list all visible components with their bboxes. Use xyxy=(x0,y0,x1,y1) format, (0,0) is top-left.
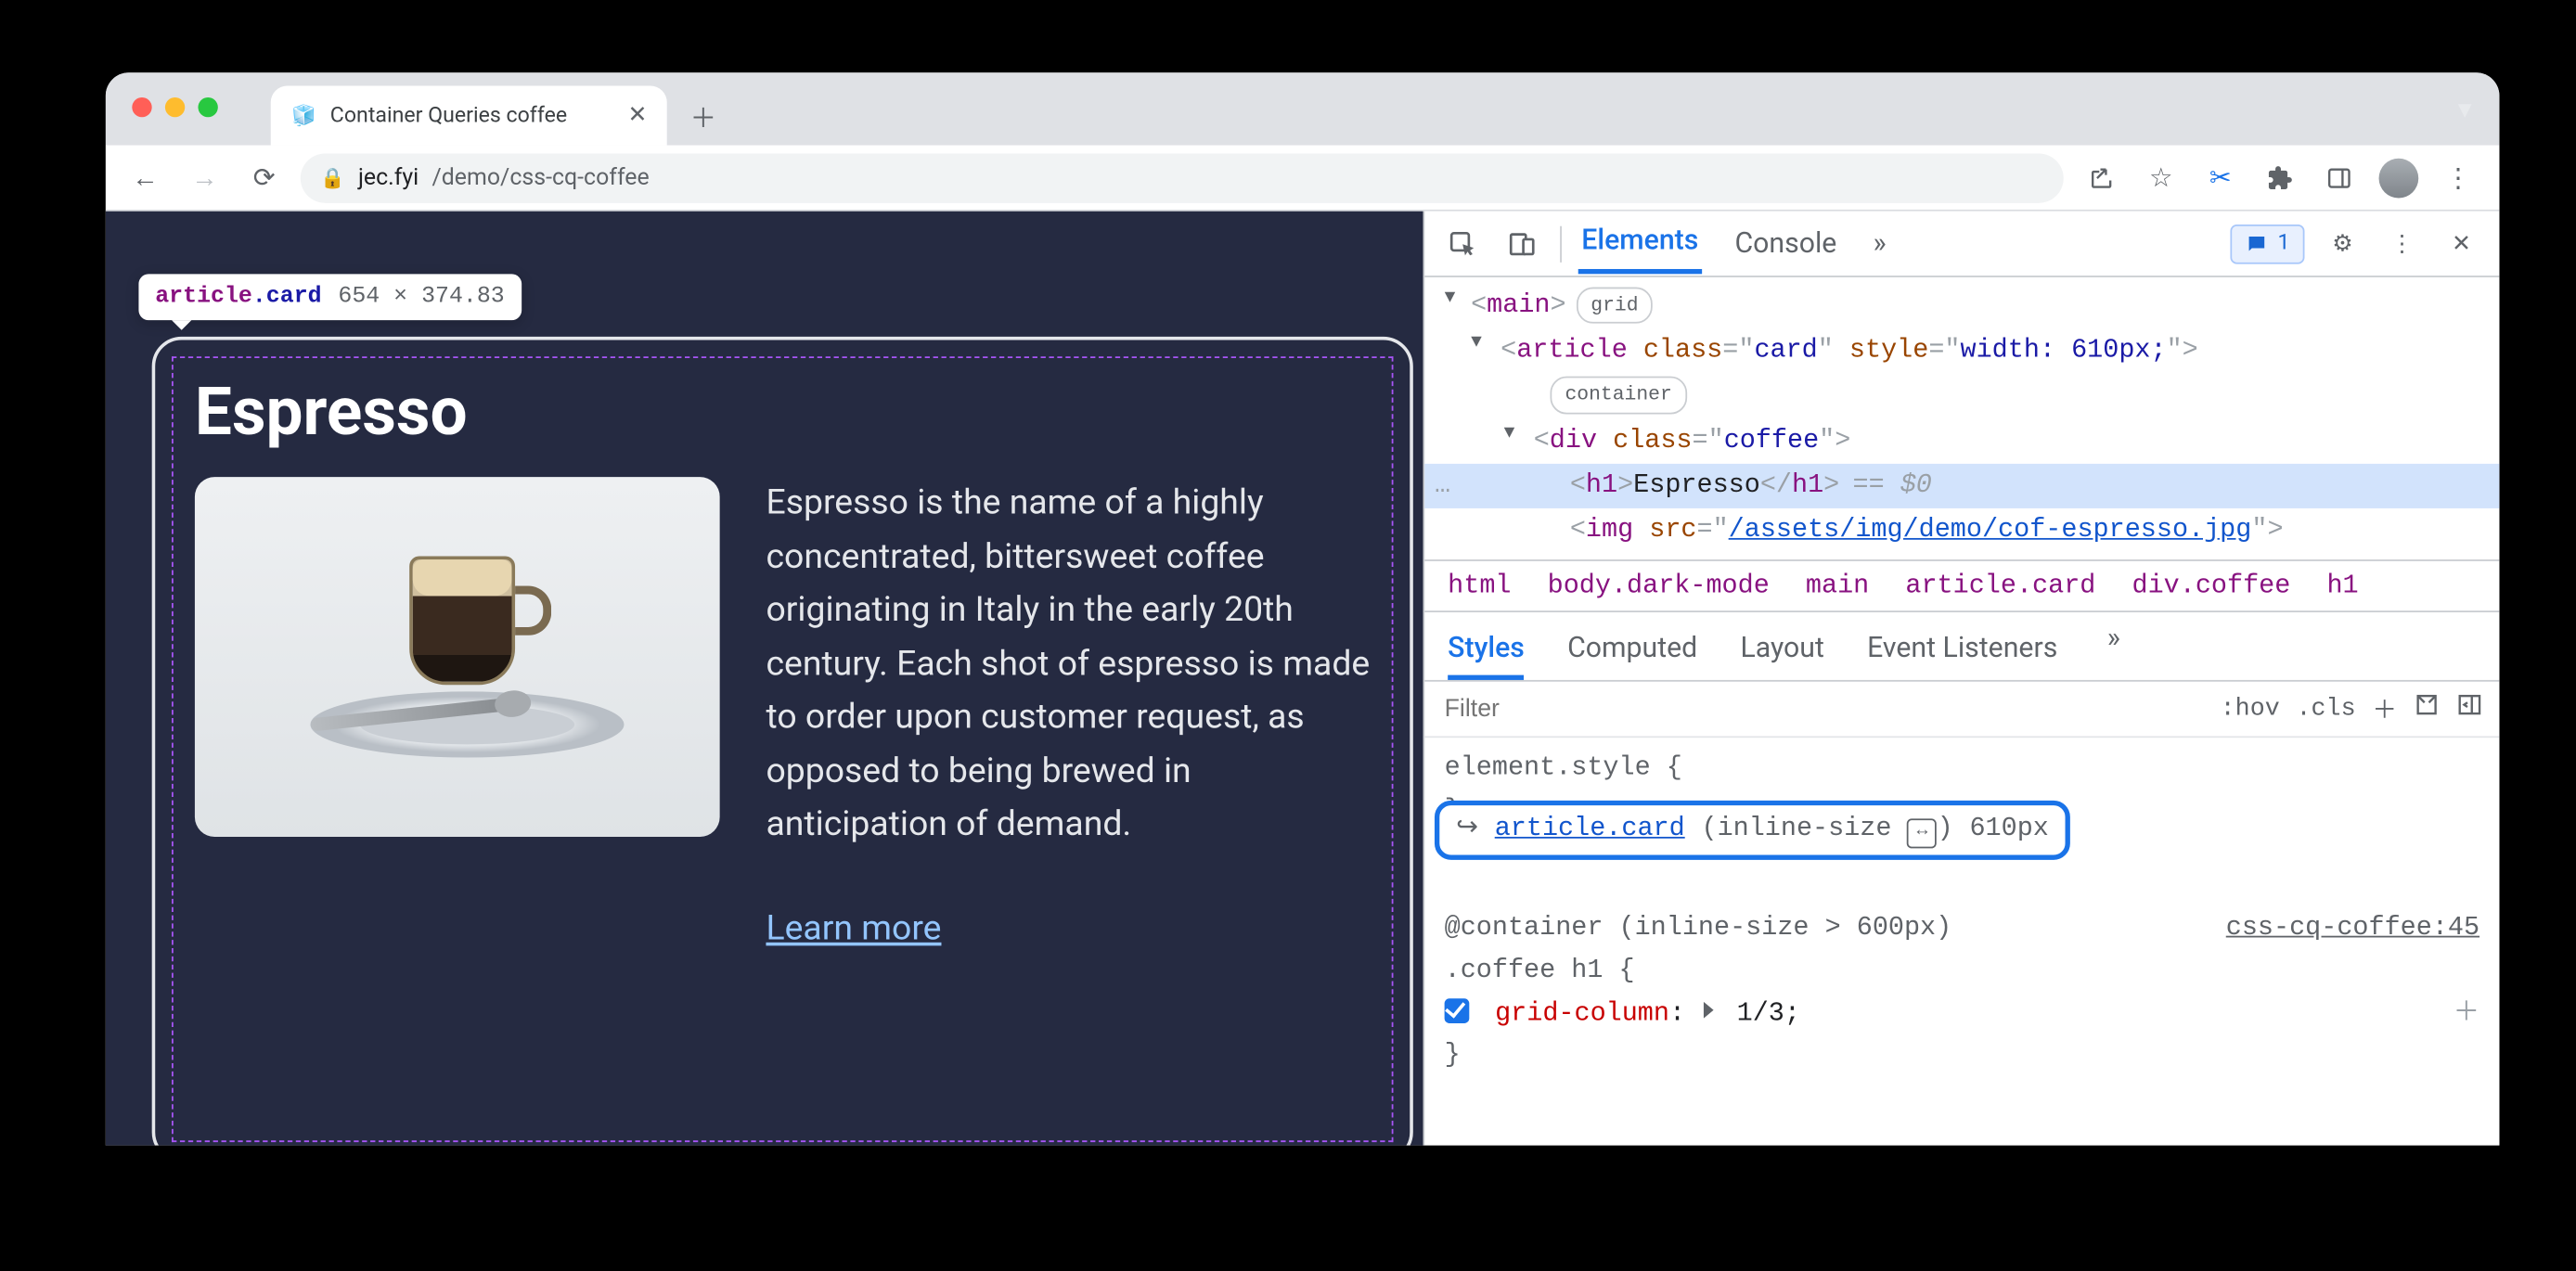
crumb-h1[interactable]: h1 xyxy=(2326,571,2358,601)
card-article: Espresso Espresso is the name of a highl… xyxy=(152,337,1413,1146)
cls-toggle[interactable]: .cls xyxy=(2297,695,2356,723)
expand-shorthand-icon[interactable] xyxy=(1705,1001,1715,1018)
computed-panel-icon[interactable] xyxy=(2414,692,2440,726)
styles-filter-row: :hov .cls ＋ xyxy=(1424,682,2499,738)
window-controls[interactable] xyxy=(132,97,218,117)
breadcrumbs[interactable]: html body.dark-mode main article.card di… xyxy=(1424,559,2499,612)
tabs-overflow-icon[interactable]: ▼ xyxy=(2454,96,2477,123)
url-field[interactable]: 🔒 jec.fyi/demo/css-cq-coffee xyxy=(301,153,2064,202)
lock-icon: 🔒 xyxy=(320,166,345,189)
page-viewport: article.card 654 × 374.83 Espresso Espre… xyxy=(106,212,1423,1146)
new-rule-icon[interactable]: ＋ xyxy=(2372,692,2397,726)
property-name[interactable]: grid-column xyxy=(1495,997,1669,1027)
img-src-link[interactable]: /assets/img/demo/cof-espresso.jpg xyxy=(1729,515,2252,545)
container-badge[interactable]: container xyxy=(1550,377,1686,414)
close-tab-icon[interactable]: ✕ xyxy=(627,102,647,128)
tooltip-class: .card xyxy=(252,284,322,310)
source-link[interactable]: css-cq-coffee:45 xyxy=(2226,908,2479,951)
close-window[interactable] xyxy=(132,97,151,117)
device-toolbar-icon[interactable] xyxy=(1501,222,1543,264)
resize-icon[interactable]: ↔ xyxy=(1908,818,1938,848)
maximize-window[interactable] xyxy=(198,97,217,117)
toolbar-icons: ☆ ✂︎ ⋮ xyxy=(2077,153,2483,202)
minimize-window[interactable] xyxy=(165,97,185,117)
tab-title: Container Queries coffee xyxy=(330,103,567,128)
devtools-panel: Elements Console » 1 ⚙ ⋮ ✕ ▼<main>grid ▼… xyxy=(1423,212,2499,1146)
address-bar: ← → ⟳ 🔒 jec.fyi/demo/css-cq-coffee ☆ ✂︎ … xyxy=(106,146,2500,212)
cq-selector[interactable]: article.card xyxy=(1495,809,1685,852)
settings-icon[interactable]: ⚙ xyxy=(2321,222,2363,264)
styles-tabbar: Styles Computed Layout Event Listeners » xyxy=(1424,612,2499,682)
tab-styles[interactable]: Styles xyxy=(1448,623,1525,680)
rule-selector: .coffee h1 { xyxy=(1445,956,1635,985)
toggle-sidebar-icon[interactable] xyxy=(2456,692,2482,726)
styles-filter-input[interactable] xyxy=(1424,695,2204,723)
favicon: 🧊 xyxy=(290,102,316,128)
inspect-element-icon[interactable] xyxy=(1441,222,1484,264)
add-property-icon[interactable]: ＋ xyxy=(2454,993,2479,1035)
url-host: jec.fyi xyxy=(358,164,419,190)
back-button[interactable]: ← xyxy=(122,154,169,200)
card-image xyxy=(195,477,720,837)
container-query-badge[interactable]: ↪ article.card (inline-size ↔) 610px xyxy=(1435,801,2070,859)
issues-count: 1 xyxy=(2277,231,2289,256)
container-at-rule: @container (inline-size > 600px) xyxy=(1445,913,1952,943)
grid-badge[interactable]: grid xyxy=(1576,288,1653,325)
browser-tab[interactable]: 🧊 Container Queries coffee ✕ xyxy=(271,86,667,146)
rule-close: } xyxy=(1445,1035,2479,1078)
tab-strip: 🧊 Container Queries coffee ✕ ＋ ▼ xyxy=(106,72,2500,145)
extensions-icon[interactable] xyxy=(2255,153,2304,202)
crumb-html[interactable]: html xyxy=(1448,571,1511,601)
tab-console[interactable]: Console xyxy=(1732,215,1840,271)
dom-tree[interactable]: ▼<main>grid ▼<article class="card" style… xyxy=(1424,277,2499,559)
crumb-div[interactable]: div.coffee xyxy=(2132,571,2290,601)
inspector-tooltip: article.card 654 × 374.83 xyxy=(138,274,521,320)
new-tab-button[interactable]: ＋ xyxy=(680,93,727,139)
profile-avatar[interactable] xyxy=(2374,153,2423,202)
tab-event-listeners[interactable]: Event Listeners xyxy=(1867,623,2057,680)
url-path: /demo/css-cq-coffee xyxy=(431,164,649,190)
styles-body: element.style { } ↪ article.card (inline… xyxy=(1424,738,2499,1086)
close-devtools-icon[interactable]: ✕ xyxy=(2440,222,2482,264)
cq-size: 610px xyxy=(1969,809,2048,852)
tab-computed[interactable]: Computed xyxy=(1567,623,1697,680)
forward-button[interactable]: → xyxy=(182,154,228,200)
crumb-body[interactable]: body.dark-mode xyxy=(1548,571,1770,601)
devtools-menu-icon[interactable]: ⋮ xyxy=(2380,222,2423,264)
browser-menu-icon[interactable]: ⋮ xyxy=(2433,153,2482,202)
element-style-open: element.style { xyxy=(1445,748,2479,790)
selected-node[interactable]: …<h1>Espresso</h1>== $0 xyxy=(1424,463,2499,507)
issues-badge[interactable]: 1 xyxy=(2230,224,2305,263)
devtools-toolbar: Elements Console » 1 ⚙ ⋮ ✕ xyxy=(1424,212,2499,277)
hov-toggle[interactable]: :hov xyxy=(2221,695,2280,723)
browser-window: 🧊 Container Queries coffee ✕ ＋ ▼ ← → ⟳ 🔒… xyxy=(106,72,2500,1145)
scissors-icon[interactable]: ✂︎ xyxy=(2196,153,2245,202)
tooltip-dimensions: 654 × 374.83 xyxy=(338,284,504,310)
tabs-overflow-icon[interactable]: » xyxy=(1870,215,1889,271)
styles-tabs-overflow-icon[interactable]: » xyxy=(2107,623,2120,680)
reload-button[interactable]: ⟳ xyxy=(241,154,288,200)
share-icon[interactable] xyxy=(2077,153,2126,202)
property-toggle[interactable] xyxy=(1445,997,1470,1022)
crumb-main[interactable]: main xyxy=(1806,571,1869,601)
property-value[interactable]: 1/3; xyxy=(1737,997,1800,1027)
tooltip-tag: article xyxy=(155,284,252,310)
side-panel-icon[interactable] xyxy=(2314,153,2363,202)
tab-layout[interactable]: Layout xyxy=(1740,623,1823,680)
crumb-article[interactable]: article.card xyxy=(1905,571,2095,601)
tab-elements[interactable]: Elements xyxy=(1578,212,1702,274)
bookmark-icon[interactable]: ☆ xyxy=(2136,153,2185,202)
